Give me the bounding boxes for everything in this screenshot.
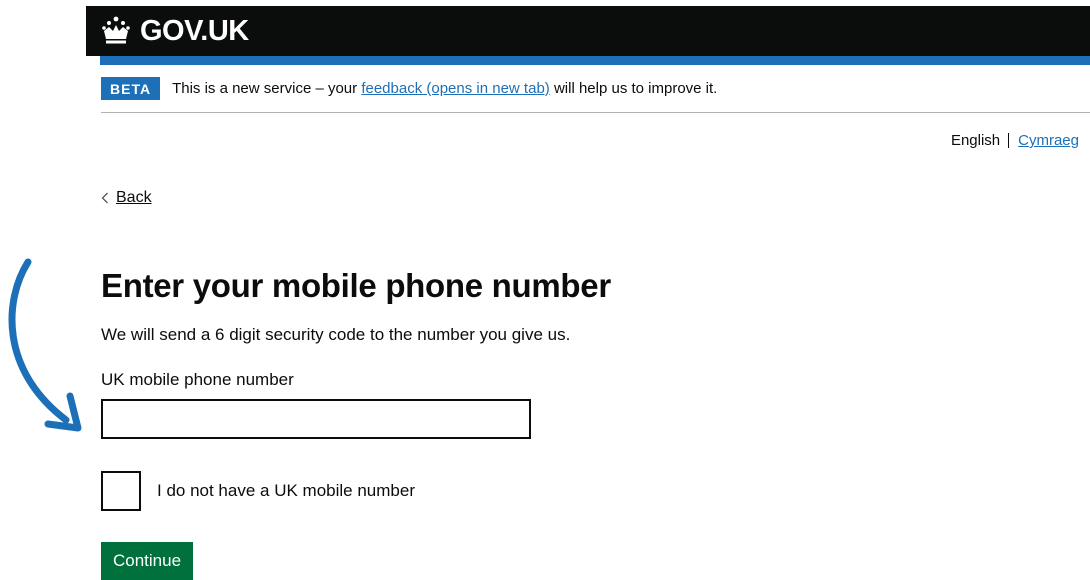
page-intro: We will send a 6 digit security code to … bbox=[101, 325, 571, 344]
govuk-logo-text: GOV.UK bbox=[140, 15, 249, 47]
header-blue-bar bbox=[100, 56, 1090, 65]
govuk-logo[interactable]: GOV.UK bbox=[100, 14, 249, 48]
crown-icon bbox=[102, 16, 130, 44]
phone-number-input[interactable] bbox=[101, 399, 531, 439]
phase-banner: BETA This is a new service – your feedba… bbox=[101, 77, 717, 100]
back-link[interactable]: Back bbox=[101, 189, 152, 207]
phase-text-before: This is a new service – your bbox=[172, 80, 362, 97]
phase-text-after: will help us to improve it. bbox=[549, 80, 718, 97]
govuk-header: GOV.UK bbox=[86, 6, 1090, 56]
chevron-left-icon bbox=[101, 192, 108, 204]
beta-tag: BETA bbox=[101, 77, 161, 100]
page-title: Enter your mobile phone number bbox=[101, 267, 611, 304]
phone-number-label: UK mobile phone number bbox=[101, 370, 294, 389]
continue-button[interactable]: Continue bbox=[101, 542, 194, 580]
language-separator bbox=[1008, 133, 1010, 148]
phase-banner-text: This is a new service – your feedback (o… bbox=[172, 80, 717, 97]
no-uk-mobile-label[interactable]: I do not have a UK mobile number bbox=[157, 481, 415, 501]
language-link-cymraeg[interactable]: Cymraeg bbox=[1018, 132, 1079, 149]
back-link-label: Back bbox=[116, 189, 152, 206]
feedback-link[interactable]: feedback (opens in new tab) bbox=[361, 80, 549, 97]
language-switcher: English Cymraeg bbox=[951, 132, 1079, 149]
language-current: English bbox=[950, 132, 1001, 149]
phase-banner-divider bbox=[101, 112, 1090, 113]
no-uk-mobile-checkbox[interactable] bbox=[101, 471, 141, 511]
curved-arrow-icon bbox=[8, 258, 82, 432]
no-uk-mobile-option[interactable]: I do not have a UK mobile number bbox=[101, 471, 415, 511]
